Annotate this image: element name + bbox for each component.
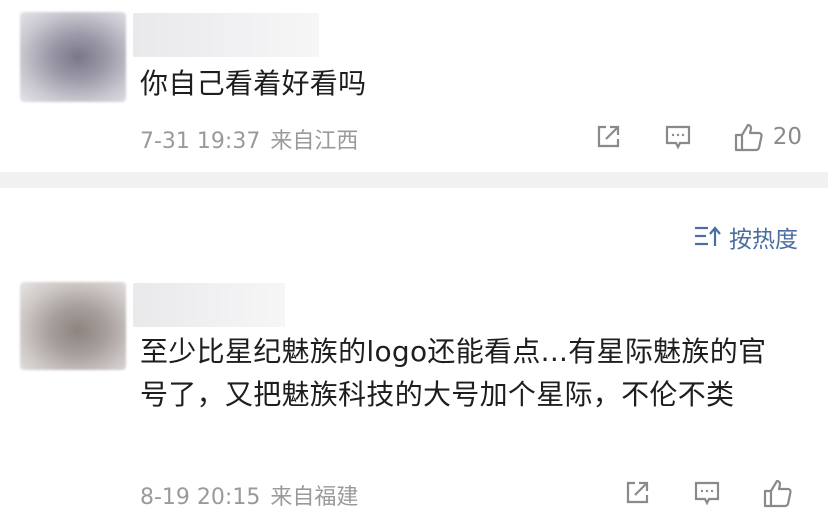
like-button[interactable]: 20 <box>733 121 802 153</box>
sort-toggle[interactable]: 按热度 <box>693 220 798 254</box>
username-blurred[interactable] <box>133 283 285 327</box>
comment-actions: 20 <box>593 121 802 153</box>
comment-location: 来自福建 <box>270 485 359 510</box>
sort-label: 按热度 <box>729 227 798 253</box>
section-divider <box>0 172 828 188</box>
sort-icon <box>695 226 721 246</box>
share-button[interactable] <box>622 478 652 508</box>
comment-actions <box>622 477 802 509</box>
share-icon <box>597 125 619 148</box>
share-button[interactable] <box>593 122 623 152</box>
comment-icon <box>694 481 720 506</box>
thumbs-up-icon <box>734 123 763 152</box>
comment-time: 8-19 20:15 <box>140 485 261 510</box>
comment-location: 来自江西 <box>270 129 359 154</box>
username-blurred[interactable] <box>133 13 319 57</box>
comment-time: 7-31 19:37 <box>140 129 261 154</box>
avatar[interactable] <box>20 12 126 102</box>
comment-meta: 8-19 20:15 来自福建 <box>140 479 358 511</box>
comment-meta: 7-31 19:37 来自江西 <box>140 123 358 155</box>
thumbs-up-icon <box>763 479 792 508</box>
like-button[interactable] <box>762 477 802 509</box>
comment-text: 至少比星纪魅族的logo还能看点...有星际魅族的官号了，又把魅族科技的大号加个… <box>140 335 767 411</box>
avatar[interactable] <box>20 282 126 370</box>
share-icon <box>626 481 649 504</box>
comment-text: 你自己看着好看吗 <box>140 67 367 100</box>
comment-icon <box>665 125 690 150</box>
like-count: 20 <box>772 124 802 150</box>
comment-item: 至少比星纪魅族的logo还能看点...有星际魅族的官号了，又把魅族科技的大号加个… <box>0 262 828 525</box>
comment-item: 你自己看着好看吗 7-31 19:37 来自江西 20 <box>0 0 828 172</box>
comment-button[interactable] <box>663 122 693 152</box>
comment-button[interactable] <box>692 478 722 508</box>
